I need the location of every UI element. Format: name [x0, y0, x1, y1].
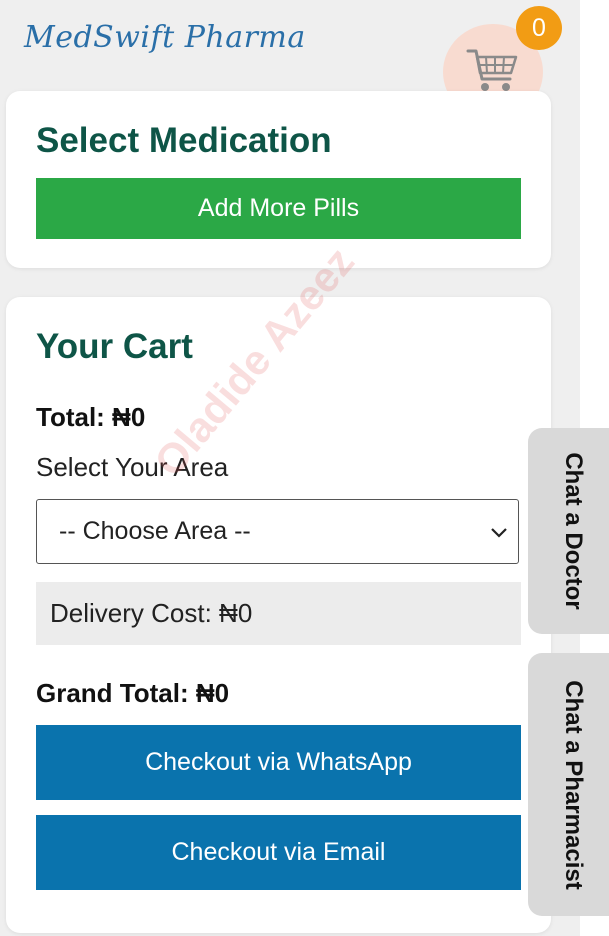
cart-count-badge: 0: [516, 6, 562, 50]
select-medication-title: Select Medication: [36, 121, 332, 160]
your-cart-card: Your Cart Total: ₦0 Select Your Area -- …: [6, 297, 551, 933]
grand-total: Grand Total: ₦0: [36, 678, 230, 708]
cart-total: Total: ₦0: [36, 402, 146, 432]
area-select-value: -- Choose Area --: [59, 517, 251, 545]
chat-doctor-tab[interactable]: Chat a Doctor: [528, 428, 609, 634]
area-select[interactable]: -- Choose Area --: [36, 499, 519, 564]
chevron-down-icon: [490, 517, 508, 546]
chat-pharmacist-tab[interactable]: Chat a Pharmacist: [528, 653, 609, 916]
checkout-whatsapp-button[interactable]: Checkout via WhatsApp: [36, 725, 521, 800]
area-label: Select Your Area: [36, 452, 229, 482]
add-more-pills-button[interactable]: Add More Pills: [36, 178, 521, 239]
your-cart-title: Your Cart: [36, 327, 193, 366]
brand-logo[interactable]: MedSwift Pharma: [24, 20, 306, 55]
chat-doctor-label: Chat a Doctor: [560, 452, 587, 610]
chat-pharmacist-label: Chat a Pharmacist: [560, 679, 587, 890]
delivery-cost-text: Delivery Cost: ₦0: [50, 598, 253, 628]
checkout-email-button[interactable]: Checkout via Email: [36, 815, 521, 890]
select-medication-card: Select Medication Add More Pills: [6, 91, 551, 268]
delivery-cost: Delivery Cost: ₦0: [36, 582, 521, 645]
